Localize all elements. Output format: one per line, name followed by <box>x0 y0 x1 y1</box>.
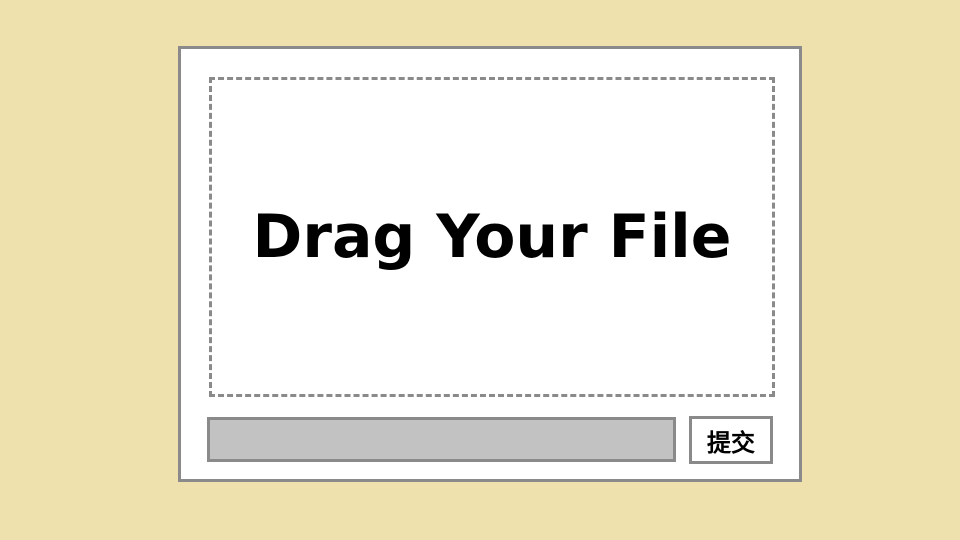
upload-panel: Drag Your File 提交 <box>178 46 802 482</box>
file-path-input[interactable] <box>207 417 676 462</box>
drop-zone-label: Drag Your File <box>252 202 732 272</box>
submit-button[interactable]: 提交 <box>689 416 773 464</box>
file-drop-zone[interactable]: Drag Your File <box>209 77 775 397</box>
